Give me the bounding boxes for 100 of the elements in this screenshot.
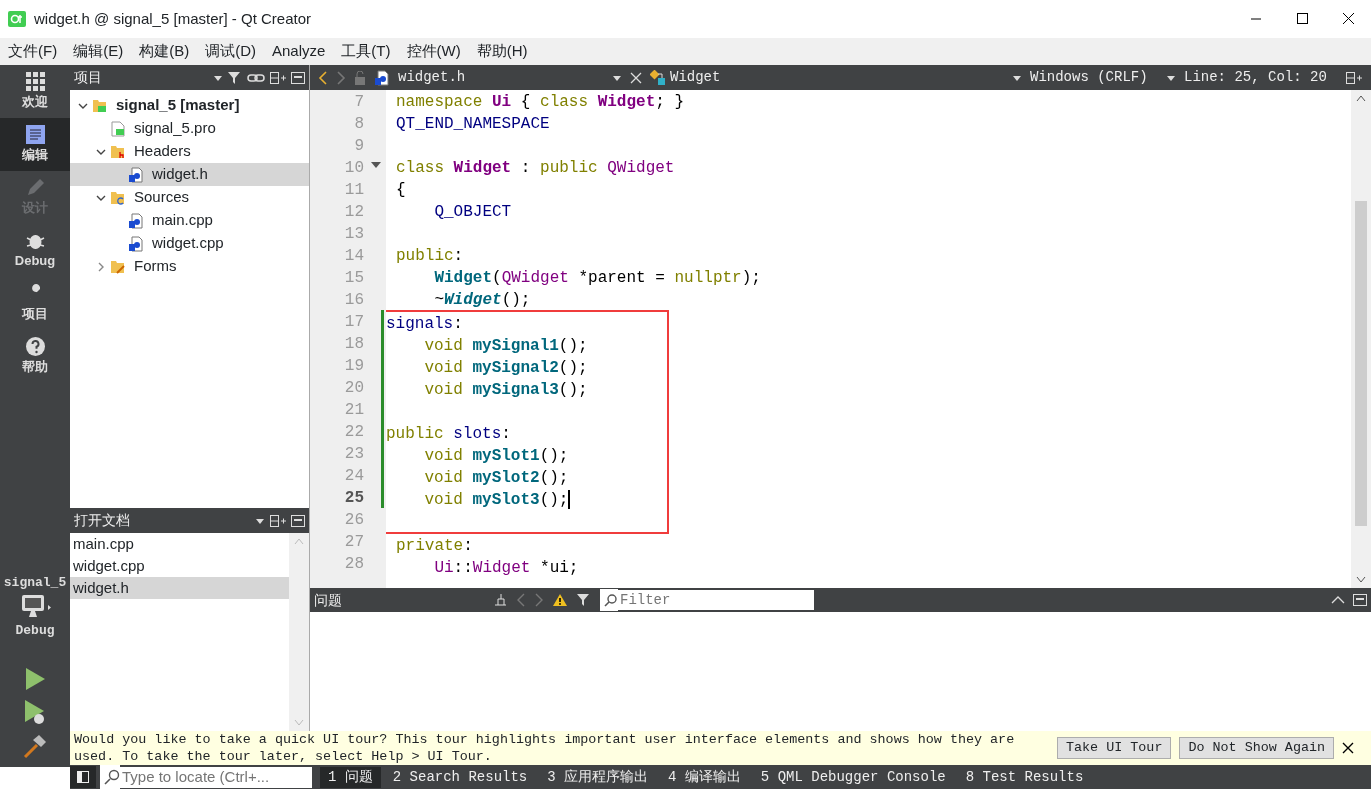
tour-button[interactable]: Take UI Tour xyxy=(1057,736,1172,760)
document-item[interactable]: widget.cpp xyxy=(70,555,289,577)
file-selector[interactable]: widget.h xyxy=(398,67,622,88)
line-number: 18 xyxy=(310,332,386,354)
tour-button[interactable]: Do Not Show Again xyxy=(1179,736,1335,760)
code-line: namespace Ui { class Widget; } xyxy=(396,93,685,111)
text-cursor xyxy=(568,490,571,510)
source-file-icon xyxy=(374,69,390,86)
line-number: 9 xyxy=(353,136,365,156)
document-item[interactable]: widget.h xyxy=(70,577,289,599)
close-pane-icon[interactable] xyxy=(291,71,305,84)
menu-item[interactable]: 调试(D) xyxy=(197,38,264,65)
locator-field[interactable]: Type to locate (Ctrl+... xyxy=(120,766,312,788)
lock-icon xyxy=(354,70,366,85)
tree-item[interactable]: Sources xyxy=(70,186,309,209)
code-line: private: xyxy=(396,537,473,555)
filter-icon[interactable] xyxy=(227,70,243,85)
line-number: 14 xyxy=(343,246,365,266)
output-tab[interactable]: 1 问题 xyxy=(320,766,381,788)
close-pane-icon[interactable] xyxy=(291,514,305,527)
clear-icon[interactable] xyxy=(492,593,508,607)
tree-item[interactable]: signal_5 [master] xyxy=(70,94,309,117)
menu-item[interactable]: 编辑(E) xyxy=(65,38,132,65)
grid-icon xyxy=(24,71,46,93)
output-tab[interactable]: 2 Search Results xyxy=(384,766,536,788)
line-number: 11 xyxy=(343,180,365,200)
tree-item[interactable]: widget.cpp xyxy=(70,232,309,255)
mode-button[interactable]: 编辑 xyxy=(0,118,70,171)
line-number: 26 xyxy=(343,510,365,530)
scroll-up-icon xyxy=(294,537,304,545)
close-icon[interactable] xyxy=(1342,742,1355,754)
symbol-selector[interactable]: Widget xyxy=(650,67,1022,88)
help-icon xyxy=(24,336,46,358)
mode-button[interactable]: 项目 xyxy=(0,277,70,330)
code-line: void mySignal3(); xyxy=(424,381,588,399)
tree-item[interactable]: signal_5.pro xyxy=(70,117,309,140)
mode-button[interactable]: 帮助 xyxy=(0,330,70,383)
tree-item[interactable]: main.cpp xyxy=(70,209,309,232)
code-line: void mySignal2(); xyxy=(424,359,588,377)
code-line: void mySlot1(); xyxy=(424,447,569,465)
fold-icon[interactable] xyxy=(370,160,382,170)
window-title: widget.h @ signal_5 [master] - Qt Creator xyxy=(34,8,311,29)
menu-item[interactable]: 工具(T) xyxy=(333,38,399,65)
back-icon[interactable] xyxy=(318,70,328,85)
line-number: 13 xyxy=(343,224,365,244)
tree-item[interactable]: Headers xyxy=(70,140,309,163)
debug-run-icon[interactable] xyxy=(23,699,47,725)
pane-title: 问题 xyxy=(314,590,343,610)
filter-icon[interactable] xyxy=(576,593,592,607)
close-pane-icon[interactable] xyxy=(1353,594,1367,606)
code-line: ~Widget(); xyxy=(434,291,531,309)
split-icon[interactable] xyxy=(269,513,287,528)
search-icon xyxy=(104,769,120,785)
scrollbar[interactable] xyxy=(1351,90,1371,588)
line-number: 15 xyxy=(343,268,365,288)
cursor-position: Line: 25, Col: 20 xyxy=(1184,68,1328,87)
source-file-icon xyxy=(128,212,144,229)
menu-item[interactable]: Analyze xyxy=(264,38,334,65)
line-number: 20 xyxy=(310,376,386,398)
menu-item[interactable]: 控件(W) xyxy=(398,38,469,65)
menu-item[interactable]: 文件(F) xyxy=(0,38,66,65)
kit-selector[interactable]: signal_5 Debug xyxy=(0,573,70,651)
folder-icon xyxy=(110,258,126,275)
sidebar-toggle-icon[interactable] xyxy=(70,766,96,788)
line-number: 8 xyxy=(353,114,365,134)
mode-button[interactable]: 欢迎 xyxy=(0,65,70,118)
filter-field[interactable]: Filter xyxy=(618,590,814,610)
tree-item[interactable]: Forms xyxy=(70,255,309,278)
line-number: 10 xyxy=(310,156,386,178)
line-ending-selector[interactable]: Windows (CRLF) xyxy=(1030,67,1176,88)
output-tab[interactable]: 8 Test Results xyxy=(957,766,1092,788)
code-line: Widget(QWidget *parent = nullptr); xyxy=(434,269,761,287)
code-line: class Widget : public QWidget xyxy=(396,159,675,177)
collapse-icon[interactable] xyxy=(1331,595,1345,605)
source-file-icon xyxy=(128,166,144,183)
scrollbar[interactable] xyxy=(289,533,309,731)
line-number: 27 xyxy=(343,532,365,552)
scroll-down-icon xyxy=(294,719,304,727)
hammer-icon[interactable] xyxy=(22,733,48,759)
run-icon[interactable] xyxy=(24,667,46,691)
warning-icon[interactable] xyxy=(552,593,568,607)
menu-item[interactable]: 构建(B) xyxy=(131,38,198,65)
code-line: public: xyxy=(396,247,464,265)
split-icon[interactable] xyxy=(269,70,287,85)
split-icon[interactable] xyxy=(1345,70,1363,85)
line-number: 17 xyxy=(310,310,386,332)
search-icon xyxy=(604,593,618,607)
document-item[interactable]: main.cpp xyxy=(70,533,289,555)
output-tab[interactable]: 5 QML Debugger Console xyxy=(752,766,954,788)
output-tab[interactable]: 4 编译输出 xyxy=(660,766,749,788)
tree-item[interactable]: widget.h xyxy=(70,163,309,186)
document-icon xyxy=(24,124,46,146)
class-icon xyxy=(650,69,666,86)
line-number: 25 xyxy=(310,486,386,508)
line-number: 22 xyxy=(310,420,386,442)
menu-item[interactable]: 帮助(H) xyxy=(468,38,536,65)
mode-button[interactable]: Debug xyxy=(0,224,70,277)
output-tab[interactable]: 3 应用程序输出 xyxy=(539,766,657,788)
folder-icon xyxy=(110,143,126,160)
tour-message: Would you like to take a quick UI tour? This tour highlights important user interface elements and shows how they are used. To take the tour later, select Help > UI Tour. xyxy=(74,731,1016,765)
